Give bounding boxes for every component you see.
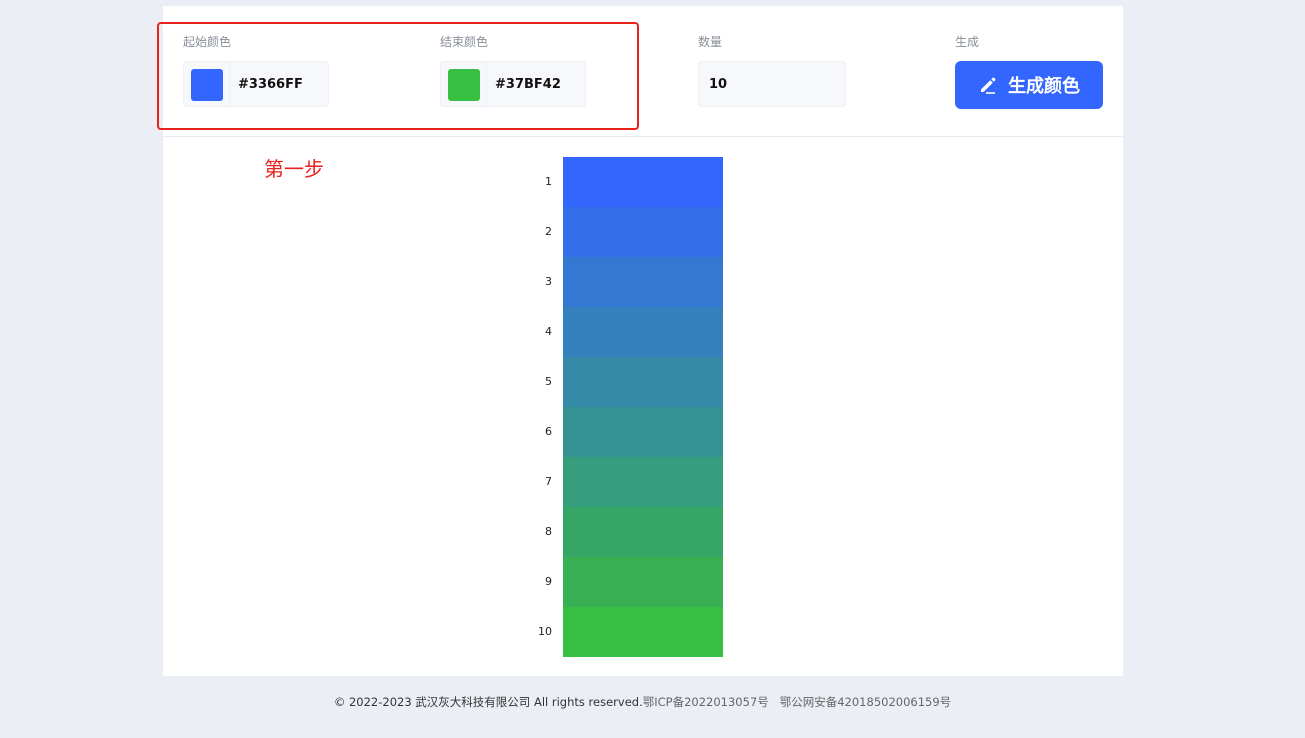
- generate-colors-button[interactable]: 生成颜色: [955, 61, 1103, 109]
- gradient-swatch: [563, 207, 723, 257]
- gradient-index: 4: [545, 325, 552, 338]
- gradient-list: 1 2 3 4 5 6 7 8 9 10: [530, 157, 730, 657]
- gradient-index: 2: [545, 225, 552, 238]
- gradient-swatch: [563, 257, 723, 307]
- gradient-swatch: [563, 507, 723, 557]
- gradient-row: 3: [530, 257, 730, 307]
- footer-copyright: © 2022-2023 武汉灰大科技有限公司 All rights reserv…: [333, 695, 643, 709]
- gradient-index: 7: [545, 475, 552, 488]
- start-color-value[interactable]: #3366FF: [238, 77, 303, 92]
- footer: © 2022-2023 武汉灰大科技有限公司 All rights reserv…: [0, 694, 1285, 710]
- gradient-row: 8: [530, 507, 730, 557]
- gradient-row: 4: [530, 307, 730, 357]
- start-color-picker[interactable]: [184, 62, 230, 108]
- gradient-row: 9: [530, 557, 730, 607]
- gradient-swatch: [563, 457, 723, 507]
- gradient-index: 5: [545, 375, 552, 388]
- start-color-label: 起始颜色: [183, 35, 232, 49]
- start-color-swatch[interactable]: [191, 69, 223, 101]
- gradient-swatch: [563, 557, 723, 607]
- top-divider: [0, 0, 1305, 5]
- gradient-index: 10: [538, 625, 552, 638]
- gradient-swatch: [563, 357, 723, 407]
- gradient-index: 9: [545, 575, 552, 588]
- pencil-icon: [978, 75, 998, 95]
- gradient-swatch: [563, 157, 723, 207]
- end-color-swatch[interactable]: [448, 69, 480, 101]
- end-color-input[interactable]: #37BF42: [440, 61, 586, 108]
- footer-icp-link[interactable]: 鄂ICP备2022013057号: [643, 695, 769, 709]
- gradient-index: 1: [545, 175, 552, 188]
- gradient-row: 5: [530, 357, 730, 407]
- gradient-row: 2: [530, 207, 730, 257]
- generate-label: 生成: [955, 35, 980, 49]
- footer-police-link[interactable]: 鄂公网安备42018502006159号: [780, 695, 951, 709]
- gradient-swatch: [563, 407, 723, 457]
- gradient-row: 10: [530, 607, 730, 657]
- gradient-swatch: [563, 307, 723, 357]
- quantity-input[interactable]: [698, 61, 846, 107]
- end-color-picker[interactable]: [441, 62, 487, 108]
- generate-button-label: 生成颜色: [1008, 76, 1080, 97]
- step-annotation-label: 第一步: [264, 157, 324, 181]
- gradient-row: 1: [530, 157, 730, 207]
- gradient-index: 6: [545, 425, 552, 438]
- start-color-input[interactable]: #3366FF: [183, 61, 329, 108]
- quantity-label: 数量: [698, 35, 723, 49]
- gradient-swatch: [563, 607, 723, 657]
- gradient-row: 6: [530, 407, 730, 457]
- controls-bar: 起始颜色 #3366FF 结束颜色 #37BF42 数量 生成: [163, 6, 1123, 137]
- end-color-label: 结束颜色: [440, 35, 489, 49]
- gradient-index: 3: [545, 275, 552, 288]
- gradient-index: 8: [545, 525, 552, 538]
- end-color-value[interactable]: #37BF42: [495, 77, 561, 92]
- gradient-row: 7: [530, 457, 730, 507]
